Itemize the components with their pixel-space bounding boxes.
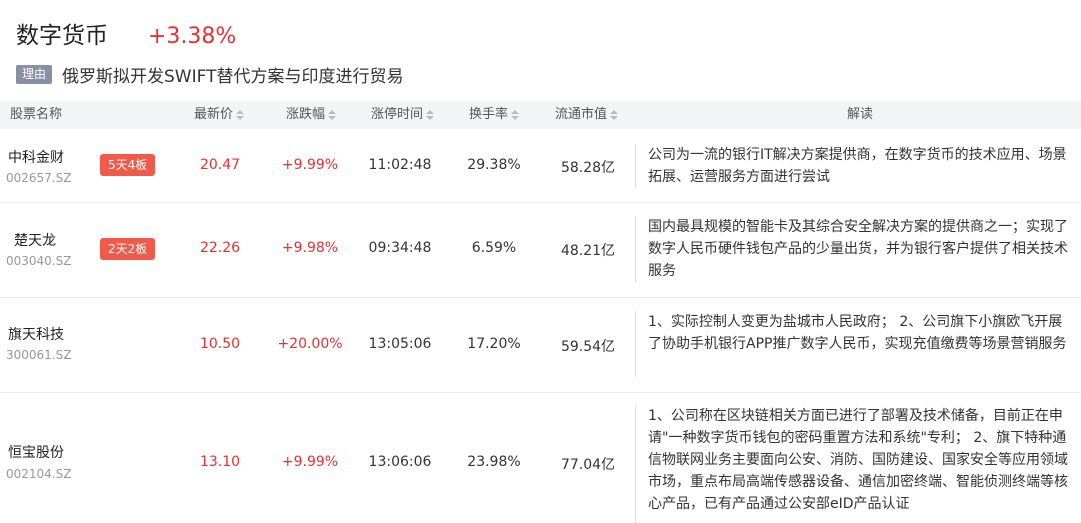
explain-text: 国内最具规模的智能卡及其综合安全解决方案的提供商之一；实现了数字人民币硬件钱包产…: [635, 216, 1073, 282]
col-name: 股票名称: [10, 101, 62, 129]
turnover-rate: 6.59%: [471, 240, 517, 256]
sector-title: 数字货币: [16, 23, 108, 49]
col-market-cap-label: 流通市值: [555, 107, 608, 122]
reason-line: 理由 俄罗斯拟开发SWIFT替代方案与印度进行贸易: [16, 62, 404, 87]
table-row[interactable]: 恒宝股份 002104.SZ 13.10 +9.99% 13:06:06 23.…: [0, 393, 1081, 523]
latest-price: 22.26: [199, 240, 241, 256]
stock-code: 002104.SZ: [6, 467, 72, 481]
explain-text: 1、实际控制人变更为盐城市人民政府； 2、公司旗下小旗欧飞开展了协助手机银行AP…: [635, 311, 1073, 377]
stock-code: 003040.SZ: [6, 254, 72, 268]
col-market-cap[interactable]: 流通市值: [555, 101, 619, 129]
col-turnover-label: 换手率: [469, 107, 509, 122]
reason-tag: 理由: [16, 64, 53, 84]
latest-price: 10.50: [199, 336, 241, 352]
col-name-label: 股票名称: [10, 107, 63, 122]
turnover-rate: 29.38%: [467, 157, 521, 173]
stock-name[interactable]: 楚天龙: [14, 230, 56, 250]
stock-code: 002657.SZ: [6, 171, 72, 185]
price-change: +9.98%: [281, 240, 339, 256]
col-limit-time-label: 涨停时间: [371, 107, 424, 122]
sort-icon[interactable]: [610, 110, 619, 120]
col-limit-time[interactable]: 涨停时间: [371, 101, 435, 129]
limit-up-time: 13:06:06: [368, 454, 432, 470]
price-change: +20.00%: [277, 336, 343, 352]
turnover-rate: 23.98%: [467, 454, 521, 470]
limit-up-time: 09:34:48: [368, 240, 432, 256]
limit-up-time: 11:02:48: [368, 157, 432, 173]
sort-icon[interactable]: [328, 110, 337, 120]
stock-name[interactable]: 恒宝股份: [8, 442, 64, 462]
col-change[interactable]: 涨跌幅: [286, 101, 337, 129]
table-row[interactable]: 旗天科技 300061.SZ 10.50 +20.00% 13:05:06 17…: [0, 298, 1081, 393]
col-explain-label: 解读: [847, 107, 874, 122]
sector-change: +3.38%: [148, 24, 237, 49]
streak-badge: 2天2板: [100, 238, 156, 260]
reason-text: 俄罗斯拟开发SWIFT替代方案与印度进行贸易: [62, 66, 404, 87]
latest-price: 20.47: [199, 157, 241, 173]
price-change: +9.99%: [281, 157, 339, 173]
market-cap: 58.28亿: [560, 160, 616, 176]
col-change-label: 涨跌幅: [286, 107, 326, 122]
col-explain: 解读: [847, 101, 873, 129]
col-turnover[interactable]: 换手率: [469, 101, 520, 129]
sector-header: 数字货币 +3.38%: [16, 16, 236, 52]
table-row[interactable]: 楚天龙 003040.SZ 2天2板 22.26 +9.98% 09:34:48…: [0, 203, 1081, 298]
stock-name[interactable]: 中科金财: [8, 147, 64, 167]
stock-code: 300061.SZ: [6, 348, 72, 362]
market-cap: 59.54亿: [560, 339, 616, 355]
col-price-label: 最新价: [194, 107, 234, 122]
limit-up-time: 13:05:06: [368, 336, 432, 352]
explain-text: 1、公司称在区块链相关方面已进行了部署及技术储备，目前正在申请"一种数字货币钱包…: [635, 405, 1073, 523]
sort-icon[interactable]: [511, 110, 520, 120]
latest-price: 13.10: [199, 454, 241, 470]
stock-name[interactable]: 旗天科技: [8, 324, 64, 344]
sort-icon[interactable]: [236, 110, 245, 120]
sort-icon[interactable]: [426, 110, 435, 120]
market-cap: 48.21亿: [560, 243, 616, 259]
table-header: 股票名称 最新价 涨跌幅 涨停时间 换手率 流通市值 解读: [0, 101, 1081, 129]
turnover-rate: 17.20%: [467, 336, 521, 352]
price-change: +9.99%: [281, 454, 339, 470]
streak-badge: 5天4板: [100, 154, 156, 176]
table-row[interactable]: 中科金财 002657.SZ 5天4板 20.47 +9.99% 11:02:4…: [0, 129, 1081, 203]
explain-text: 公司为一流的银行IT解决方案提供商，在数字货币的技术应用、场景拓展、运营服务方面…: [635, 144, 1073, 188]
market-cap: 77.04亿: [560, 457, 616, 473]
col-price[interactable]: 最新价: [194, 101, 245, 129]
